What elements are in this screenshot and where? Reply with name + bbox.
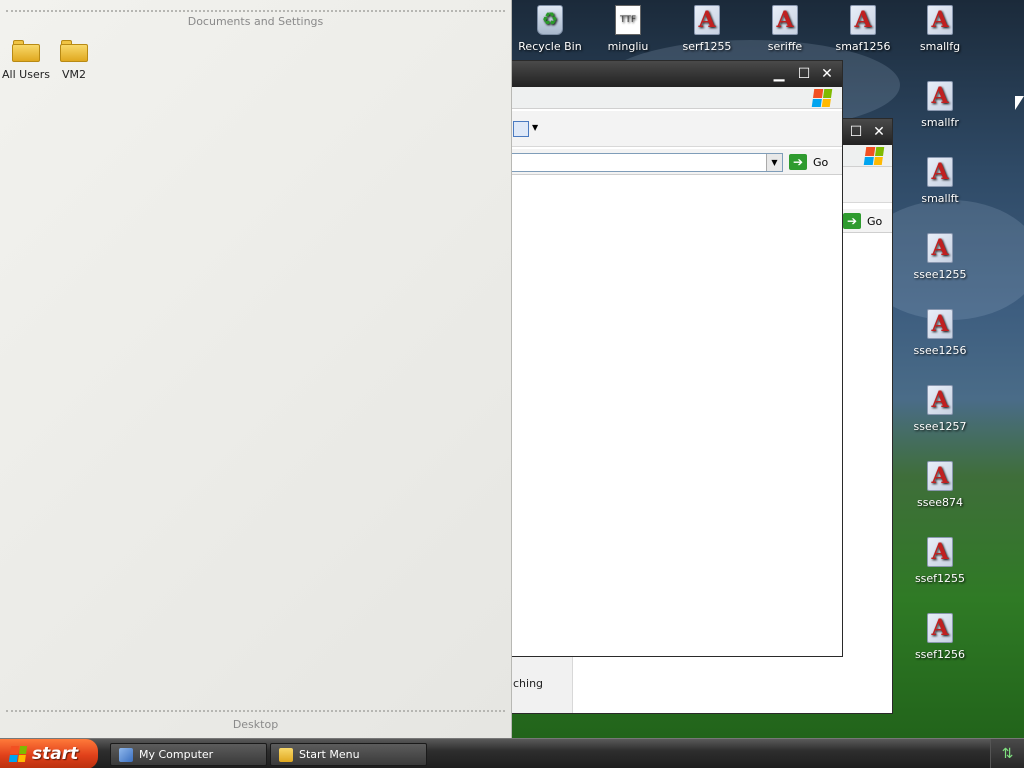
desktop-icon-label: ssee1255 <box>913 268 967 281</box>
desktop-icon-ssee1257[interactable]: A ssee1257 <box>902 384 978 433</box>
desktop-icon-label: smallft <box>921 192 959 205</box>
font-file-icon: A <box>924 156 956 188</box>
footer-divider <box>6 710 505 712</box>
desktop-icon-smallft[interactable]: A smallft <box>902 156 978 205</box>
desktop-icon-ssef1256[interactable]: A ssef1256 <box>902 612 978 661</box>
font-file-icon: A <box>847 4 879 36</box>
task-pane-text: ching <box>513 677 544 690</box>
desktop-icon-serf1255[interactable]: A serf1255 <box>669 4 745 53</box>
menu-bar <box>491 87 842 109</box>
go-arrow-icon: ➔ <box>789 154 807 170</box>
desktop-icon-label: mingliu <box>607 40 649 53</box>
task-label: Start Menu <box>299 748 360 761</box>
maximize-button[interactable]: ☐ <box>846 123 866 141</box>
maximize-button[interactable]: ☐ <box>794 65 814 83</box>
go-label: Go <box>813 155 829 169</box>
desktop-icon-ssee874[interactable]: A ssee874 <box>902 460 978 509</box>
font-file-icon: A <box>691 4 723 36</box>
font-file-icon: A <box>924 536 956 568</box>
folder-icon <box>279 747 293 762</box>
desktop-icon-smaf1256[interactable]: A smaf1256 <box>825 4 901 53</box>
desktop-icon-label: Recycle Bin <box>518 40 582 53</box>
toolbar: ▼ <box>491 111 842 147</box>
desktop-icon-label: serf1255 <box>682 40 732 53</box>
network-icon[interactable]: ⇅ <box>1002 746 1014 762</box>
desktop-icon-label: smallfr <box>921 116 959 129</box>
address-input[interactable]: ▼ <box>491 153 783 172</box>
address-bar: ▼ ➔ Go <box>491 149 842 175</box>
task-label: My Computer <box>139 748 214 761</box>
views-dropdown-arrow-icon[interactable]: ▼ <box>532 123 538 132</box>
desktop-icon-smallfg[interactable]: A smallfg <box>902 4 978 53</box>
font-file-icon: A <box>924 384 956 416</box>
desktop-icon-ssee1256[interactable]: A ssee1256 <box>902 308 978 357</box>
font-file-icon: A <box>769 4 801 36</box>
folder-icon <box>60 40 88 62</box>
font-file-icon: A <box>924 80 956 112</box>
go-button[interactable]: ➔ Go <box>843 213 882 229</box>
desktop-icon-label: smallfg <box>919 40 961 53</box>
font-file-icon: A <box>924 4 956 36</box>
windows-logo-icon <box>8 746 28 762</box>
folder-label: VM2 <box>61 68 86 81</box>
desktop-icon-ssef1255[interactable]: A ssef1255 <box>902 536 978 585</box>
desktop-icon-label: ssee874 <box>917 496 963 509</box>
desktop-icon-recycle-bin[interactable]: ♻ Recycle Bin <box>512 4 588 53</box>
close-button[interactable]: ✕ <box>869 123 889 141</box>
explorer-window-front[interactable]: ▁ ☐ ✕ ▼ ▼ ➔ Go <box>490 60 843 657</box>
desktop-icon-label: ssef1256 <box>914 648 966 661</box>
minimize-button[interactable]: ▁ <box>769 65 789 83</box>
close-button[interactable]: ✕ <box>817 65 837 83</box>
computer-icon <box>119 747 133 762</box>
window-titlebar[interactable] <box>491 61 842 87</box>
font-file-icon: TTF <box>612 4 644 36</box>
go-label: Go <box>867 214 883 228</box>
start-button[interactable]: start <box>0 739 98 768</box>
taskbar-button-my-computer[interactable]: My Computer <box>110 743 267 766</box>
windows-logo-icon <box>811 89 833 107</box>
desktop-icon-smallfr[interactable]: A smallfr <box>902 80 978 129</box>
font-file-icon: A <box>924 232 956 264</box>
desktop-icon-label: smaf1256 <box>835 40 891 53</box>
address-dropdown-icon[interactable]: ▼ <box>766 154 782 171</box>
desktop-icon-ssee1255[interactable]: A ssee1255 <box>902 232 978 281</box>
documents-and-settings-panel[interactable]: Documents and Settings All Users VM2 Des… <box>0 0 512 738</box>
windows-logo-icon <box>863 147 885 165</box>
desktop-icon-label: ssee1256 <box>913 344 967 357</box>
recycle-bin-icon: ♻ <box>534 4 566 36</box>
desktop-icon-label: ssef1255 <box>914 572 966 585</box>
views-icon[interactable] <box>513 121 529 137</box>
desktop-icon-label: seriffe <box>767 40 803 53</box>
go-button[interactable]: ➔ Go <box>789 154 828 170</box>
desktop-icon-mingliu[interactable]: TTF mingliu <box>590 4 666 53</box>
file-list-area[interactable] <box>491 175 842 656</box>
panel-footer: Desktop <box>232 718 279 731</box>
folder-icon <box>12 40 40 62</box>
taskbar: start My Computer Start Menu ⇅ <box>0 738 1024 768</box>
mouse-cursor-icon <box>1015 96 1024 110</box>
desktop-icon-seriffe[interactable]: A seriffe <box>747 4 823 53</box>
desktop-icon-label: ssee1257 <box>913 420 967 433</box>
system-tray[interactable]: ⇅ <box>990 739 1024 768</box>
header-divider <box>6 10 505 12</box>
font-file-icon: A <box>924 460 956 492</box>
taskbar-button-start-menu[interactable]: Start Menu <box>270 743 427 766</box>
folder-vm2[interactable]: VM2 <box>42 38 106 81</box>
go-arrow-icon: ➔ <box>843 213 861 229</box>
font-file-icon: A <box>924 612 956 644</box>
start-label: start <box>32 744 79 764</box>
font-file-icon: A <box>924 308 956 340</box>
